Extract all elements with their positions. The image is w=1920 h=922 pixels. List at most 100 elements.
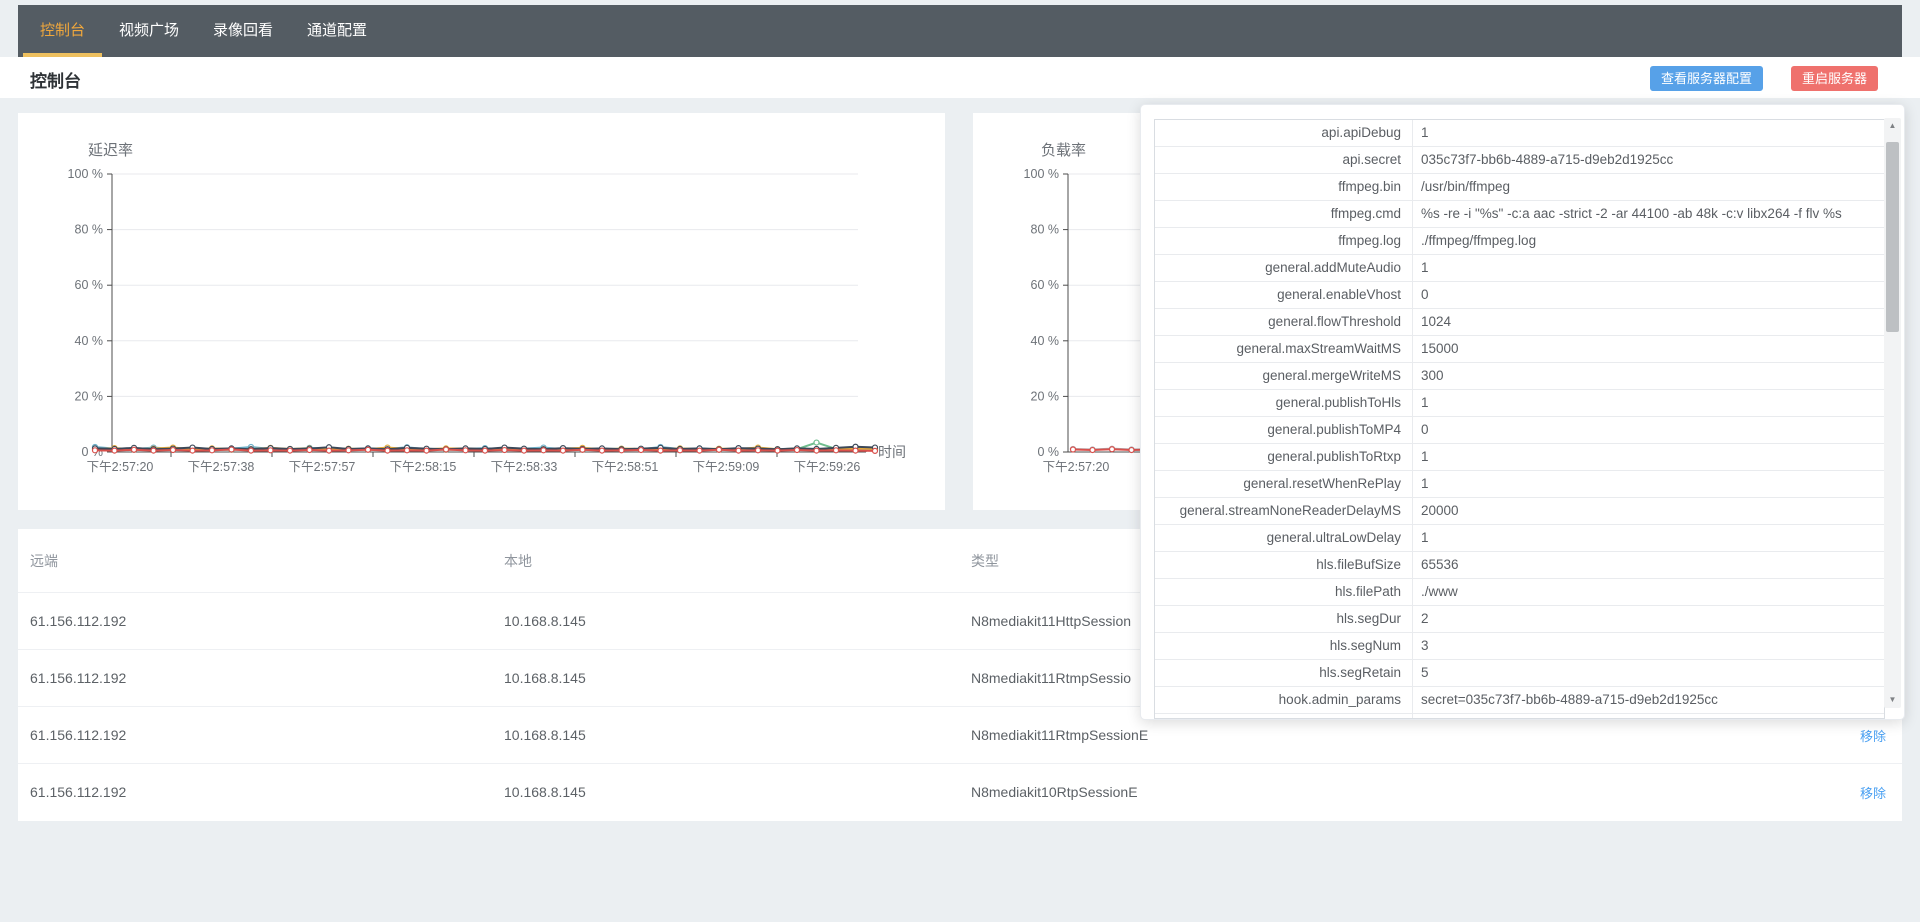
config-row: api.secret035c73f7-bb6b-4889-a715-d9eb2d… <box>1155 147 1884 174</box>
config-key: hook.enable <box>1155 714 1412 719</box>
svg-text:下午2:58:33: 下午2:58:33 <box>491 460 558 474</box>
cell-remote: 61.156.112.192 <box>30 670 504 686</box>
svg-text:时间: 时间 <box>878 444 906 460</box>
column-header-remote: 远端 <box>30 551 504 571</box>
latency-chart-panel: 延迟率100 %80 %60 %40 %20 %0 %下午2:57:20下午2:… <box>18 113 945 510</box>
config-row: hls.filePath./www <box>1155 579 1884 606</box>
config-row: hls.fileBufSize65536 <box>1155 552 1884 579</box>
config-value: 1 <box>1412 444 1884 470</box>
svg-text:0 %: 0 % <box>1037 445 1059 459</box>
svg-text:40 %: 40 % <box>1031 334 1060 348</box>
config-value: 2 <box>1412 606 1884 632</box>
top-navbar: 控制台 视频广场 录像回看 通道配置 <box>18 5 1902 57</box>
config-value: 035c73f7-bb6b-4889-a715-d9eb2d1925cc <box>1412 147 1884 173</box>
server-config-overlay: api.apiDebug1api.secret035c73f7-bb6b-488… <box>1140 104 1905 720</box>
nav-tab-playback-label: 录像回看 <box>213 19 273 40</box>
svg-text:下午2:57:57: 下午2:57:57 <box>289 460 356 474</box>
restart-server-button[interactable]: 重启服务器 <box>1791 66 1878 91</box>
config-value: /usr/bin/ffmpeg <box>1412 174 1884 200</box>
svg-text:延迟率: 延迟率 <box>88 142 133 159</box>
config-key: general.enableVhost <box>1155 282 1412 308</box>
config-value: 1 <box>1412 525 1884 551</box>
config-value: 20000 <box>1412 498 1884 524</box>
config-key: general.ultraLowDelay <box>1155 525 1412 551</box>
config-key: api.secret <box>1155 147 1412 173</box>
svg-text:下午2:59:09: 下午2:59:09 <box>693 460 760 474</box>
view-server-config-button[interactable]: 查看服务器配置 <box>1650 66 1763 91</box>
config-scrollbar[interactable]: ▲ ▼ <box>1884 118 1901 708</box>
cell-local: 10.168.8.145 <box>504 727 971 743</box>
cell-remote: 61.156.112.192 <box>30 727 504 743</box>
config-value: 3 <box>1412 633 1884 659</box>
config-row: general.ultraLowDelay1 <box>1155 525 1884 552</box>
column-header-local: 本地 <box>504 551 971 571</box>
config-key: general.publishToRtxp <box>1155 444 1412 470</box>
page-title: 控制台 <box>30 67 81 92</box>
config-row: general.mergeWriteMS300 <box>1155 363 1884 390</box>
config-key: ffmpeg.log <box>1155 228 1412 254</box>
svg-text:60 %: 60 % <box>75 278 104 292</box>
nav-tab-playback[interactable]: 录像回看 <box>196 5 290 57</box>
config-key: general.addMuteAudio <box>1155 255 1412 281</box>
scroll-down-icon[interactable]: ▼ <box>1884 692 1901 708</box>
config-key: general.resetWhenRePlay <box>1155 471 1412 497</box>
config-value: 1 <box>1412 255 1884 281</box>
nav-tab-video-plaza[interactable]: 视频广场 <box>102 5 196 57</box>
config-value: 15000 <box>1412 336 1884 362</box>
nav-tab-channel-config[interactable]: 通道配置 <box>290 5 384 57</box>
config-row: general.maxStreamWaitMS15000 <box>1155 336 1884 363</box>
config-key: hls.filePath <box>1155 579 1412 605</box>
config-key: general.maxStreamWaitMS <box>1155 336 1412 362</box>
title-bar: 控制台 查看服务器配置 重启服务器 <box>0 57 1920 98</box>
remove-link[interactable]: 移除 <box>1812 783 1902 802</box>
config-value: 0 <box>1412 282 1884 308</box>
config-key: hls.segNum <box>1155 633 1412 659</box>
config-key: general.publishToHls <box>1155 390 1412 416</box>
config-value: 5 <box>1412 660 1884 686</box>
svg-text:100 %: 100 % <box>1024 167 1059 181</box>
config-row: api.apiDebug1 <box>1155 120 1884 147</box>
remove-link[interactable]: 移除 <box>1812 726 1902 745</box>
config-row: hls.segNum3 <box>1155 633 1884 660</box>
config-value: 1 <box>1412 120 1884 146</box>
config-value: 1 <box>1412 471 1884 497</box>
config-row: ffmpeg.log./ffmpeg/ffmpeg.log <box>1155 228 1884 255</box>
config-value: 0 <box>1412 417 1884 443</box>
scrollbar-thumb[interactable] <box>1886 142 1899 332</box>
scroll-up-icon[interactable]: ▲ <box>1884 118 1901 134</box>
cell-remote: 61.156.112.192 <box>30 613 504 629</box>
nav-tab-console[interactable]: 控制台 <box>23 5 102 57</box>
config-value: %s -re -i "%s" -c:a aac -strict -2 -ar 4… <box>1412 201 1884 227</box>
cell-local: 10.168.8.145 <box>504 784 971 800</box>
config-key: hook.admin_params <box>1155 687 1412 713</box>
config-key: ffmpeg.cmd <box>1155 201 1412 227</box>
svg-text:40 %: 40 % <box>75 334 104 348</box>
config-value: 0 <box>1412 714 1884 719</box>
config-row: general.streamNoneReaderDelayMS20000 <box>1155 498 1884 525</box>
config-value: 300 <box>1412 363 1884 389</box>
config-value: ./www <box>1412 579 1884 605</box>
config-key: ffmpeg.bin <box>1155 174 1412 200</box>
config-value: secret=035c73f7-bb6b-4889-a715-d9eb2d192… <box>1412 687 1884 713</box>
config-value: 65536 <box>1412 552 1884 578</box>
cell-type: N8mediakit11RtmpSessionE <box>971 727 1812 743</box>
config-row: hls.segRetain5 <box>1155 660 1884 687</box>
config-key: general.streamNoneReaderDelayMS <box>1155 498 1412 524</box>
latency-chart: 延迟率100 %80 %60 %40 %20 %0 %下午2:57:20下午2:… <box>18 113 945 510</box>
svg-text:80 %: 80 % <box>1031 223 1060 237</box>
svg-text:80 %: 80 % <box>75 223 104 237</box>
config-key: hls.segRetain <box>1155 660 1412 686</box>
config-row: hook.admin_paramssecret=035c73f7-bb6b-48… <box>1155 687 1884 714</box>
config-row: hook.enable0 <box>1155 714 1884 719</box>
svg-text:下午2:58:51: 下午2:58:51 <box>592 460 659 474</box>
config-value: 1024 <box>1412 309 1884 335</box>
cell-remote: 61.156.112.192 <box>30 784 504 800</box>
svg-text:20 %: 20 % <box>1031 389 1060 403</box>
config-key: general.publishToMP4 <box>1155 417 1412 443</box>
svg-text:60 %: 60 % <box>1031 278 1060 292</box>
config-row: general.addMuteAudio1 <box>1155 255 1884 282</box>
config-value: 1 <box>1412 390 1884 416</box>
svg-text:20 %: 20 % <box>75 389 104 403</box>
svg-text:下午2:58:15: 下午2:58:15 <box>390 460 457 474</box>
svg-text:下午2:59:26: 下午2:59:26 <box>794 460 861 474</box>
